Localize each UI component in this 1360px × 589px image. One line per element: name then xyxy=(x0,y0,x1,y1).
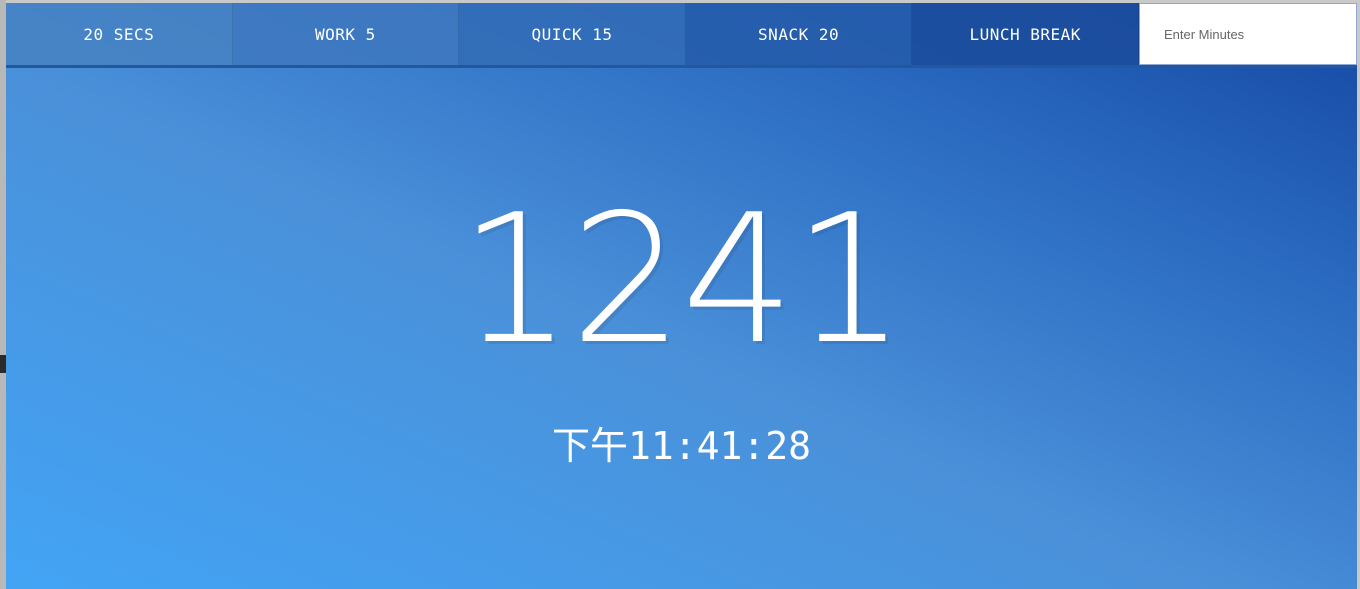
minutes-input[interactable] xyxy=(1139,4,1356,64)
timer-button-20-secs[interactable]: 20 SECS xyxy=(6,3,233,65)
timer-display: 1241 下午11:41:28 xyxy=(6,65,1357,585)
custom-minutes-form xyxy=(1138,3,1357,65)
end-time: 下午11:41:28 xyxy=(551,424,812,468)
timer-app: 20 SECS WORK 5 QUICK 15 SNACK 20 LUNCH B… xyxy=(6,3,1357,589)
timer-button-snack-20[interactable]: SNACK 20 xyxy=(685,3,913,65)
timer-button-lunch-break[interactable]: LUNCH BREAK xyxy=(912,3,1139,65)
timer-button-work-5[interactable]: WORK 5 xyxy=(232,3,460,65)
timer-controls: 20 SECS WORK 5 QUICK 15 SNACK 20 LUNCH B… xyxy=(6,3,1357,68)
time-left: 1241 xyxy=(459,176,906,383)
timer-button-quick-15[interactable]: QUICK 15 xyxy=(459,3,686,65)
